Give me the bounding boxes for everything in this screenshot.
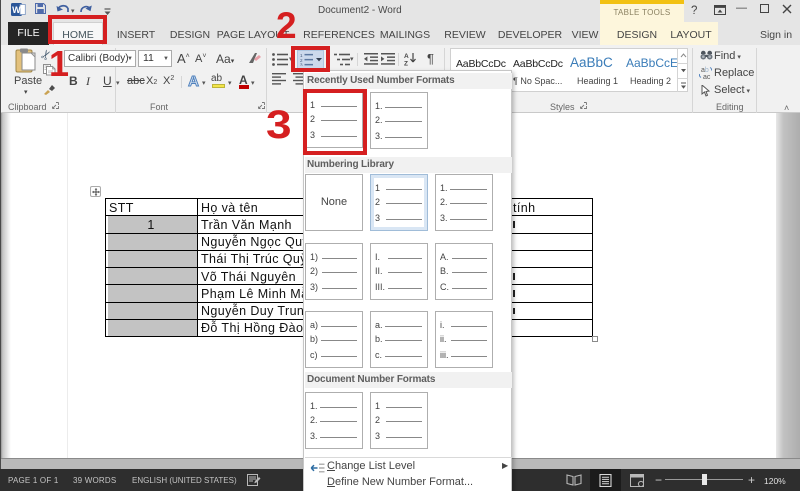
svg-text:A: A bbox=[188, 73, 199, 88]
svg-text:ac: ac bbox=[703, 74, 711, 80]
svg-text:W: W bbox=[12, 5, 21, 15]
svg-text:ab: ab bbox=[701, 67, 709, 74]
svg-text:A: A bbox=[404, 53, 409, 60]
svg-text:Z: Z bbox=[404, 61, 408, 67]
